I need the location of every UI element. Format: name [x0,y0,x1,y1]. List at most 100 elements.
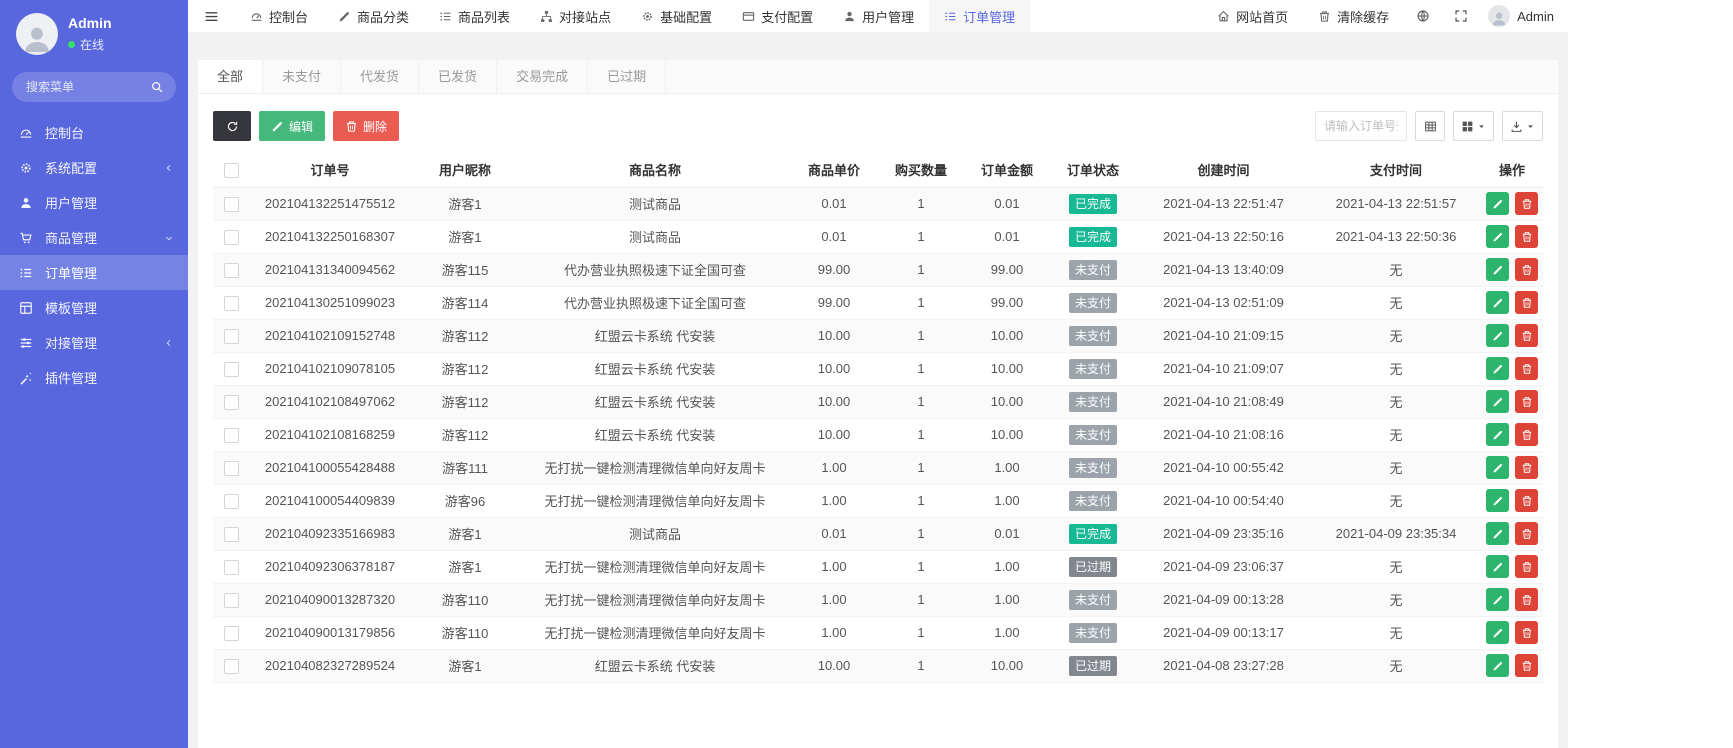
row-edit-button[interactable] [1486,291,1509,314]
cell-amount: 99.00 [964,253,1050,287]
user-icon [843,10,856,23]
cell-created-at: 2021-04-13 22:51:47 [1136,187,1311,221]
cell-amount: 1.00 [964,451,1050,485]
row-edit-button[interactable] [1486,258,1509,281]
sidebar-item-template-management[interactable]: 模板管理 [0,290,188,325]
row-delete-button[interactable] [1515,555,1538,578]
row-edit-button[interactable] [1486,423,1509,446]
edit-button[interactable]: 编辑 [259,111,326,141]
row-checkbox[interactable] [224,196,239,212]
delete-button[interactable]: 删除 [333,111,400,141]
topnav-label: 对接站点 [559,9,612,25]
user-menu[interactable]: Admin [1480,0,1568,32]
row-delete-button[interactable] [1515,654,1538,677]
cell-status: 已完成 [1050,517,1136,551]
select-all-checkbox[interactable] [224,162,239,178]
table-row: 202104102108497062 游客112 红盟云卡系统 代安装 10.00 1 1… [213,385,1543,419]
topnav-console[interactable]: 控制台 [235,0,323,32]
row-checkbox[interactable] [224,361,239,377]
row-delete-button[interactable] [1515,390,1538,413]
row-delete-button[interactable] [1515,423,1538,446]
row-checkbox[interactable] [224,427,239,443]
cell-unit-price: 1.00 [790,616,878,650]
cell-actions [1481,418,1543,452]
topnav-basic-config[interactable]: 基础配置 [626,0,727,32]
tab-unpaid[interactable]: 未支付 [263,60,342,93]
row-edit-button[interactable] [1486,555,1509,578]
row-edit-button[interactable] [1486,225,1509,248]
row-edit-button[interactable] [1486,522,1509,545]
sidebar-item-plugin-management[interactable]: 插件管理 [0,360,188,395]
tab-all[interactable]: 全部 [198,60,264,93]
row-edit-button[interactable] [1486,654,1509,677]
topnav-user-management[interactable]: 用户管理 [828,0,929,32]
tab-shipped[interactable]: 已发货 [419,60,498,93]
row-delete-button[interactable] [1515,225,1538,248]
row-delete-button[interactable] [1515,258,1538,281]
topnav-order-management[interactable]: 订单管理 [929,0,1031,32]
topnav-payment-config[interactable]: 支付配置 [727,0,828,32]
sidebar-item-user-management[interactable]: 用户管理 [0,185,188,220]
row-delete-button[interactable] [1515,291,1538,314]
topnav-product-list[interactable]: 商品列表 [424,0,525,32]
cell-checkbox [213,583,250,617]
sidebar-item-dock-management[interactable]: 对接管理 [0,325,188,360]
table-row: 202104090013287320 游客110 无打扰一键检测清理微信单向好友周卡… [213,583,1543,617]
row-delete-button[interactable] [1515,324,1538,347]
tab-completed[interactable]: 交易完成 [497,60,589,93]
row-edit-button[interactable] [1486,357,1509,380]
sidebar-item-product-management[interactable]: 商品管理 [0,220,188,255]
row-checkbox[interactable] [224,592,239,608]
cell-status: 未支付 [1050,319,1136,353]
filter-button[interactable] [1415,111,1445,141]
columns-dropdown-button[interactable] [1453,111,1494,141]
row-checkbox[interactable] [224,262,239,278]
row-edit-button[interactable] [1486,390,1509,413]
row-edit-button[interactable] [1486,456,1509,479]
topnav-label: 控制台 [269,9,309,25]
col-quantity: 购买数量 [878,153,964,188]
row-checkbox[interactable] [224,625,239,641]
menu-toggle-button[interactable] [188,0,235,32]
row-delete-button[interactable] [1515,456,1538,479]
row-delete-button[interactable] [1515,489,1538,512]
row-checkbox[interactable] [224,460,239,476]
row-checkbox[interactable] [224,295,239,311]
sidebar-item-console[interactable]: 控制台 [0,115,188,150]
order-search-input[interactable] [1315,111,1407,141]
row-delete-button[interactable] [1515,522,1538,545]
cell-order-no: 202104090013287320 [250,583,410,617]
row-delete-button[interactable] [1515,357,1538,380]
row-edit-button[interactable] [1486,588,1509,611]
row-edit-button[interactable] [1486,192,1509,215]
language-button[interactable] [1404,0,1442,32]
tab-expired[interactable]: 已过期 [588,60,667,93]
topnav-dock-site[interactable]: 对接站点 [525,0,626,32]
row-edit-button[interactable] [1486,489,1509,512]
home-link[interactable]: 网站首页 [1202,0,1303,32]
row-delete-button[interactable] [1515,621,1538,644]
row-checkbox[interactable] [224,658,239,674]
row-checkbox[interactable] [224,493,239,509]
clear-cache-link[interactable]: 清除缓存 [1303,0,1404,32]
row-delete-button[interactable] [1515,588,1538,611]
row-delete-button[interactable] [1515,192,1538,215]
row-edit-button[interactable] [1486,324,1509,347]
tab-to-ship[interactable]: 代发货 [341,60,420,93]
cell-created-at: 2021-04-10 00:55:42 [1136,451,1311,485]
cell-checkbox [213,253,250,287]
row-edit-button[interactable] [1486,621,1509,644]
topnav-product-category[interactable]: 商品分类 [323,0,424,32]
row-checkbox[interactable] [224,229,239,245]
row-checkbox[interactable] [224,526,239,542]
refresh-button[interactable] [213,111,251,141]
export-dropdown-button[interactable] [1502,111,1543,141]
row-checkbox[interactable] [224,559,239,575]
sidebar-user-panel: Admin 在线 [0,0,188,64]
row-checkbox[interactable] [224,394,239,410]
fullscreen-button[interactable] [1442,0,1480,32]
sidebar-item-order-management[interactable]: 订单管理 [0,255,188,290]
status-badge: 未支付 [1068,259,1117,280]
row-checkbox[interactable] [224,328,239,344]
sidebar-item-system-config[interactable]: 系统配置 [0,150,188,185]
